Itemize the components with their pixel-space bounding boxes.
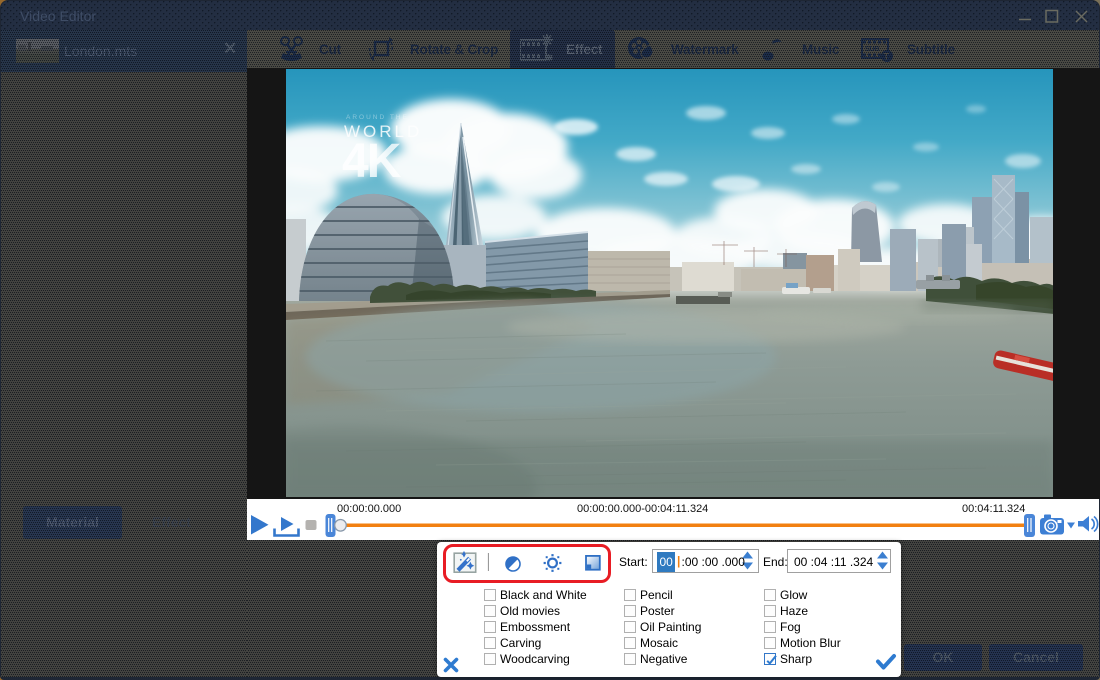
svg-text:SUB: SUB <box>865 46 879 53</box>
svg-text:AROUND THE: AROUND THE <box>346 114 409 121</box>
svg-text:T: T <box>884 52 890 62</box>
svg-text:4K: 4K <box>342 135 402 188</box>
